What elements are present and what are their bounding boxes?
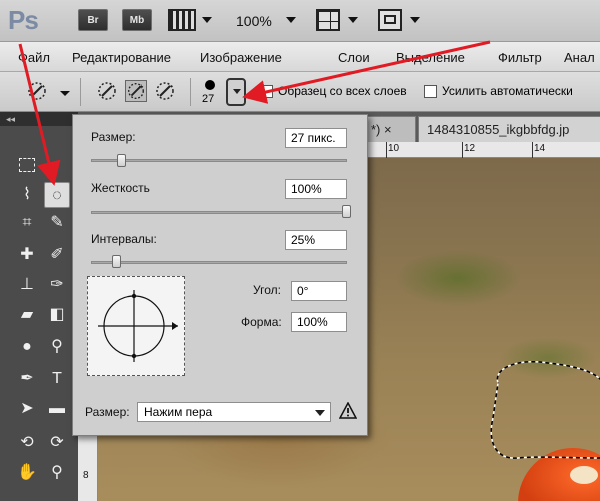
- hardness-input[interactable]: 100%: [285, 179, 347, 199]
- application-bar: Ps Br Mb 100%: [0, 0, 600, 42]
- svg-text:−: −: [168, 81, 173, 91]
- 3d-rotate-tool-icon[interactable]: ⟲: [14, 430, 40, 456]
- type-tool-icon[interactable]: T: [44, 366, 70, 392]
- options-bar: + − 27 Образец со всех слоев Усилить авт…: [0, 72, 600, 112]
- sample-all-layers-checkbox[interactable]: [260, 85, 273, 98]
- zoom-level[interactable]: 100%: [236, 13, 272, 29]
- divider: [80, 78, 81, 106]
- tab-previous-document[interactable]: *) ×: [362, 116, 416, 142]
- ruler-label: 10: [388, 143, 400, 154]
- auto-enhance-checkbox[interactable]: [424, 85, 437, 98]
- auto-enhance-label: Усилить автоматически: [442, 84, 573, 98]
- mini-bridge-button[interactable]: Mb: [122, 9, 152, 31]
- brush-tip-preview[interactable]: [87, 276, 185, 376]
- menu-edit[interactable]: Редактирование: [72, 50, 171, 65]
- chevron-down-icon[interactable]: [410, 17, 420, 23]
- pen-size-label: Размер:: [85, 405, 130, 419]
- menu-analysis[interactable]: Анал: [564, 50, 595, 65]
- eyedropper-tool-icon[interactable]: ✎: [44, 210, 70, 236]
- angle-input[interactable]: 0°: [291, 281, 347, 301]
- brush-angle-crosshair-icon[interactable]: [88, 277, 184, 375]
- brush-size-readout: 27: [202, 93, 215, 105]
- new-selection-icon[interactable]: [96, 80, 118, 102]
- healing-brush-tool-icon[interactable]: ✚: [14, 242, 40, 268]
- crop-tool-icon[interactable]: ⌗: [14, 210, 40, 236]
- menu-layers[interactable]: Слои: [338, 50, 370, 65]
- 3d-orbit-tool-icon[interactable]: ⟳: [44, 430, 70, 456]
- sample-all-layers-label: Образец со всех слоев: [278, 84, 407, 98]
- eraser-tool-icon[interactable]: ▰: [14, 302, 40, 328]
- rectangle-tool-icon[interactable]: ▬: [44, 396, 70, 422]
- size-slider-track[interactable]: [91, 159, 347, 162]
- spacing-slider-thumb[interactable]: [111, 255, 121, 268]
- hand-tool-icon[interactable]: ✋: [14, 460, 40, 486]
- size-input[interactable]: 27 пикс.: [285, 128, 347, 148]
- chevron-down-icon: [315, 410, 325, 416]
- bridge-button[interactable]: Br: [78, 9, 108, 31]
- size-slider-thumb[interactable]: [116, 154, 126, 167]
- spacing-input[interactable]: 25%: [285, 230, 347, 250]
- brush-preview-icon[interactable]: [205, 80, 215, 90]
- spacing-label: Интервалы:: [91, 232, 157, 246]
- roundness-label: Форма:: [241, 315, 282, 329]
- roundness-input[interactable]: 100%: [291, 312, 347, 332]
- menu-bar: Файл Редактирование Изображение Слои Выд…: [0, 42, 600, 72]
- path-selection-tool-icon[interactable]: ➤: [14, 396, 40, 422]
- hardness-slider-thumb[interactable]: [342, 205, 351, 218]
- size-label: Размер:: [91, 130, 136, 144]
- svg-text:+: +: [139, 82, 144, 91]
- chevron-down-icon[interactable]: [60, 91, 70, 96]
- pen-size-selected: Нажим пера: [144, 405, 213, 419]
- view-extras-icon[interactable]: [168, 9, 196, 31]
- angle-label: Угол:: [253, 283, 281, 297]
- pen-size-select[interactable]: Нажим пера: [137, 402, 331, 422]
- ruler-label: 14: [534, 143, 546, 154]
- hardness-label: Жесткость: [91, 181, 150, 195]
- warning-icon: [339, 402, 357, 419]
- tab-active-document[interactable]: 1484310855_ikgbbfdg.jp: [418, 116, 600, 142]
- quick-selection-tool-icon[interactable]: ◌: [44, 182, 70, 208]
- ruler-label: 8: [83, 470, 89, 481]
- zoom-tool-icon[interactable]: ⚲: [44, 460, 70, 486]
- menu-select[interactable]: Выделение: [396, 50, 465, 65]
- blur-tool-icon[interactable]: ●: [14, 334, 40, 360]
- dodge-tool-icon[interactable]: ⚲: [44, 334, 70, 360]
- tools-panel: ◂◂ ⌇ ◌ ⌗ ✎ ✚ ✐ ⊥ ✑ ▰ ◧ ● ⚲ ✒ T ➤ ▬ ⟲ ⟳ ✋…: [0, 112, 78, 501]
- history-brush-tool-icon[interactable]: ✑: [44, 272, 70, 298]
- clone-stamp-tool-icon[interactable]: ⊥: [14, 272, 40, 298]
- add-to-selection-icon[interactable]: +: [125, 80, 147, 102]
- spacing-slider-track[interactable]: [91, 261, 347, 264]
- pen-tool-icon[interactable]: ✒: [14, 366, 40, 392]
- ruler-label: 12: [464, 143, 476, 154]
- menu-file[interactable]: Файл: [18, 50, 50, 65]
- menu-filter[interactable]: Фильтр: [498, 50, 542, 65]
- photoshop-logo: Ps: [8, 5, 39, 35]
- subtract-from-selection-icon[interactable]: −: [154, 80, 176, 102]
- brush-tool-icon[interactable]: ✐: [44, 242, 70, 268]
- chevron-down-icon[interactable]: [286, 17, 296, 23]
- screen-mode-icon[interactable]: [378, 9, 402, 31]
- chevron-down-icon[interactable]: [348, 17, 358, 23]
- marquee-tool-icon[interactable]: [14, 152, 40, 178]
- tools-panel-header[interactable]: ◂◂: [0, 112, 78, 126]
- brush-settings-popup: Размер: 27 пикс. Жесткость 100% Интервал…: [72, 114, 368, 436]
- lasso-tool-icon[interactable]: ⌇: [14, 182, 40, 208]
- menu-image[interactable]: Изображение: [200, 50, 282, 65]
- paint-bucket-tool-icon[interactable]: ◧: [44, 302, 70, 328]
- chevron-down-icon[interactable]: [202, 17, 212, 23]
- quick-selection-preset-icon[interactable]: [26, 80, 48, 102]
- divider: [190, 78, 191, 106]
- brush-picker-button[interactable]: [226, 78, 246, 106]
- arrange-documents-icon[interactable]: [316, 9, 340, 31]
- hardness-slider-track[interactable]: [91, 211, 347, 214]
